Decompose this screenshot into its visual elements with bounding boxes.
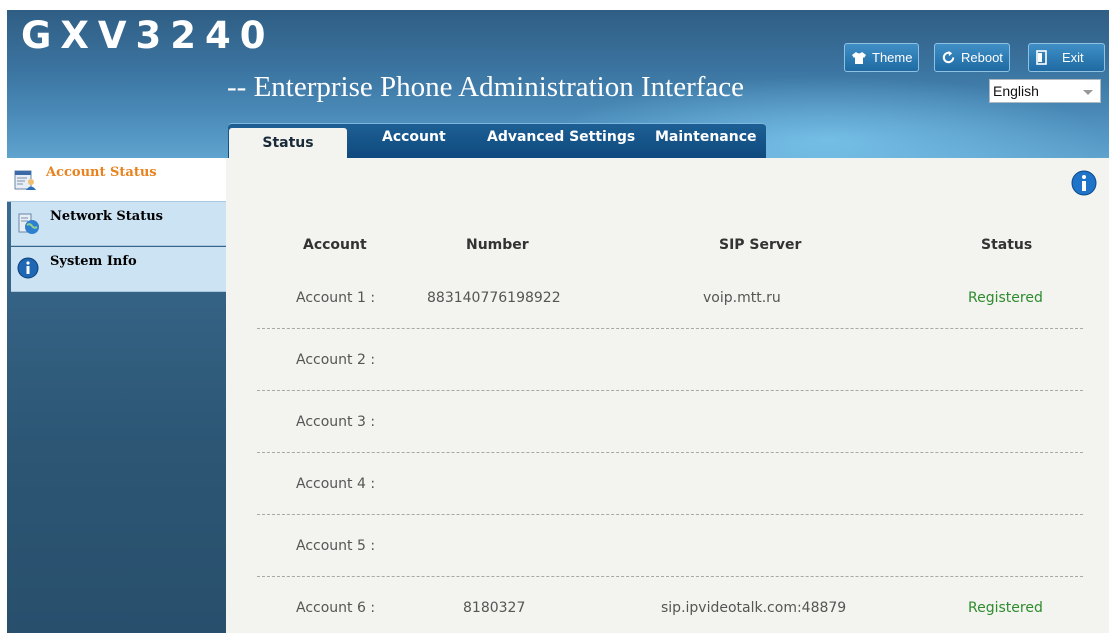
sidebar-item-system-info[interactable]: System Info [11, 247, 226, 292]
sidebar-item-network-status[interactable]: Network Status [11, 202, 226, 246]
shirt-icon [851, 51, 867, 65]
status-badge: Registered [968, 290, 1043, 306]
account-label: Account 1 : [296, 290, 376, 306]
sidebar-item-label: System Info [50, 254, 137, 269]
tab-advanced-settings[interactable]: Advanced Settings [483, 124, 639, 158]
reboot-button-label: Reboot [961, 50, 1003, 65]
column-header-account: Account [303, 237, 367, 253]
account-label: Account 5 : [296, 538, 376, 554]
reboot-button[interactable]: Reboot [934, 43, 1010, 72]
table-row: Account 4 : [257, 453, 1083, 515]
theme-button[interactable]: Theme [844, 43, 920, 72]
tab-status[interactable]: Status [229, 128, 347, 158]
account-number: 883140776198922 [427, 290, 561, 306]
network-globe-icon [17, 212, 41, 240]
status-badge: Registered [968, 600, 1043, 616]
language-select[interactable]: English [989, 79, 1101, 103]
sidebar-item-label: Network Status [50, 209, 163, 224]
table-row: Account 2 : [257, 329, 1083, 391]
product-logo: GXV3240 [21, 14, 275, 57]
column-header-number: Number [466, 237, 529, 253]
reboot-icon [941, 50, 956, 65]
table-row: Account 6 : 8180327 sip.ipvideotalk.com:… [257, 577, 1083, 633]
account-status-icon [13, 168, 37, 196]
tab-maintenance[interactable]: Maintenance [651, 124, 761, 158]
table-row: Account 5 : [257, 515, 1083, 577]
main-content: Account Number SIP Server Status Account… [226, 158, 1109, 633]
account-label: Account 6 : [296, 600, 376, 616]
account-number: 8180327 [463, 600, 526, 616]
main-tab-bar: Status Account Advanced Settings Mainten… [228, 123, 766, 158]
exit-door-icon [1035, 50, 1049, 65]
table-row: Account 1 : 883140776198922 voip.mtt.ru … [257, 267, 1083, 329]
chevron-down-icon [1083, 90, 1093, 95]
column-header-status: Status [981, 237, 1033, 253]
info-icon [17, 257, 39, 283]
sidebar: Account Status Network Status System Inf… [7, 158, 226, 633]
exit-button-label: Exit [1062, 50, 1084, 65]
exit-button[interactable]: Exit [1028, 43, 1105, 72]
account-label: Account 3 : [296, 414, 376, 430]
table-row: Account 3 : [257, 391, 1083, 453]
account-label: Account 2 : [296, 352, 376, 368]
language-select-value: English [993, 83, 1039, 99]
sidebar-item-label: Account Status [46, 165, 157, 180]
header-banner: GXV3240 -- Enterprise Phone Administrati… [7, 10, 1109, 158]
sip-server: voip.mtt.ru [703, 290, 781, 306]
theme-button-label: Theme [872, 50, 913, 65]
tab-account[interactable]: Account [378, 124, 450, 158]
page-subtitle: -- Enterprise Phone Administration Inter… [227, 71, 745, 103]
account-label: Account 4 : [296, 476, 376, 492]
sip-server: sip.ipvideotalk.com:48879 [661, 600, 847, 616]
column-header-sip-server: SIP Server [719, 237, 802, 253]
sidebar-item-account-status[interactable]: Account Status [7, 158, 226, 202]
help-info-icon[interactable] [1071, 170, 1097, 201]
